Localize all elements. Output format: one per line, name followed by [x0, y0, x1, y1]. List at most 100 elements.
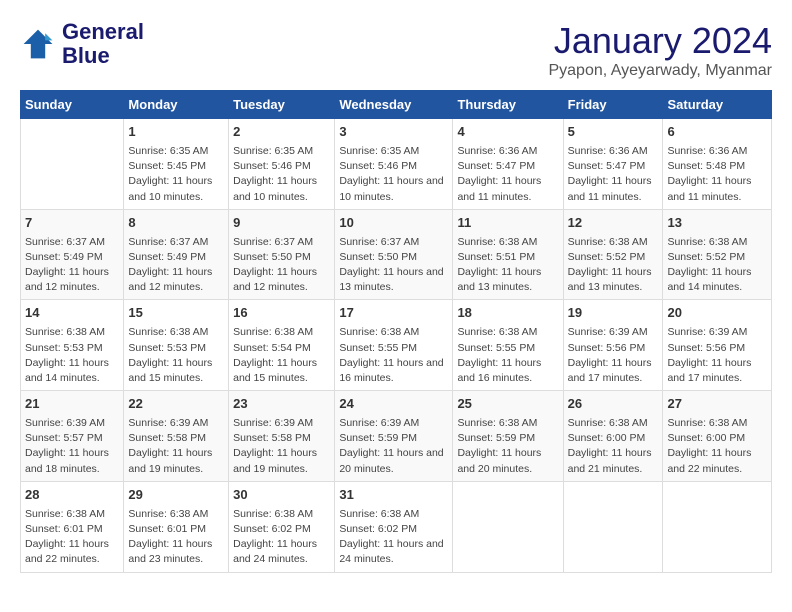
calendar-cell: 8 Sunrise: 6:37 AMSunset: 5:49 PMDaylight…: [124, 209, 229, 300]
day-number: 12: [568, 214, 659, 233]
day-number: 4: [457, 123, 558, 142]
day-number: 21: [25, 395, 119, 414]
day-detail: Sunrise: 6:37 AMSunset: 5:49 PMDaylight:…: [25, 235, 119, 296]
calendar-cell: [453, 481, 563, 572]
calendar-cell: 5 Sunrise: 6:36 AMSunset: 5:47 PMDaylight…: [563, 119, 663, 210]
calendar-cell: 7 Sunrise: 6:37 AMSunset: 5:49 PMDaylight…: [21, 209, 124, 300]
day-detail: Sunrise: 6:38 AMSunset: 5:53 PMDaylight:…: [128, 325, 224, 386]
day-detail: Sunrise: 6:37 AMSunset: 5:49 PMDaylight:…: [128, 235, 224, 296]
calendar-cell: 26Sunrise: 6:38 AMSunset: 6:00 PMDayligh…: [563, 391, 663, 482]
day-number: 9: [233, 214, 330, 233]
week-row-3: 14 Sunrise: 6:38 AMSunset: 5:53 PMDayligh…: [21, 300, 772, 391]
page-header: General Blue January 2024 Pyapon, Ayeyar…: [20, 20, 772, 80]
day-number: 25: [457, 395, 558, 414]
calendar-table: SundayMondayTuesdayWednesdayThursdayFrid…: [20, 90, 772, 573]
day-detail: Sunrise: 6:38 AMSunset: 5:54 PMDaylight:…: [233, 325, 330, 386]
day-number: 14: [25, 304, 119, 323]
day-number: 26: [568, 395, 659, 414]
day-detail: Sunrise: 6:38 AMSunset: 6:02 PMDaylight:…: [233, 507, 330, 568]
day-number: 5: [568, 123, 659, 142]
calendar-cell: 29 Sunrise: 6:38 AMSunset: 6:01 PMDayligh…: [124, 481, 229, 572]
calendar-cell: [563, 481, 663, 572]
day-number: 29: [128, 486, 224, 505]
day-header-monday: Monday: [124, 91, 229, 119]
day-detail: Sunrise: 6:36 AMSunset: 5:47 PMDaylight:…: [568, 144, 659, 205]
day-number: 23: [233, 395, 330, 414]
main-title: January 2024: [548, 20, 772, 62]
calendar-cell: 22Sunrise: 6:39 AMSunset: 5:58 PMDayligh…: [124, 391, 229, 482]
day-detail: Sunrise: 6:39 AMSunset: 5:56 PMDaylight:…: [568, 325, 659, 386]
calendar-cell: 17Sunrise: 6:38 AMSunset: 5:55 PMDayligh…: [335, 300, 453, 391]
day-number: 3: [339, 123, 448, 142]
day-header-friday: Friday: [563, 91, 663, 119]
logo: General Blue: [20, 20, 144, 68]
week-row-4: 21 Sunrise: 6:39 AMSunset: 5:57 PMDayligh…: [21, 391, 772, 482]
calendar-cell: 15 Sunrise: 6:38 AMSunset: 5:53 PMDayligh…: [124, 300, 229, 391]
day-number: 30: [233, 486, 330, 505]
calendar-cell: 27Sunrise: 6:38 AMSunset: 6:00 PMDayligh…: [663, 391, 772, 482]
day-number: 28: [25, 486, 119, 505]
day-number: 7: [25, 214, 119, 233]
day-number: 2: [233, 123, 330, 142]
day-detail: Sunrise: 6:38 AMSunset: 5:53 PMDaylight:…: [25, 325, 119, 386]
day-detail: Sunrise: 6:37 AMSunset: 5:50 PMDaylight:…: [233, 235, 330, 296]
day-detail: Sunrise: 6:39 AMSunset: 5:59 PMDaylight:…: [339, 416, 448, 477]
day-number: 8: [128, 214, 224, 233]
calendar-cell: 23 Sunrise: 6:39 AMSunset: 5:58 PMDayligh…: [229, 391, 335, 482]
calendar-cell: 19 Sunrise: 6:39 AMSunset: 5:56 PMDayligh…: [563, 300, 663, 391]
calendar-cell: 4 Sunrise: 6:36 AMSunset: 5:47 PMDaylight…: [453, 119, 563, 210]
day-detail: Sunrise: 6:37 AMSunset: 5:50 PMDaylight:…: [339, 235, 448, 296]
day-header-tuesday: Tuesday: [229, 91, 335, 119]
day-detail: Sunrise: 6:35 AMSunset: 5:46 PMDaylight:…: [339, 144, 448, 205]
day-header-wednesday: Wednesday: [335, 91, 453, 119]
day-detail: Sunrise: 6:38 AMSunset: 5:55 PMDaylight:…: [457, 325, 558, 386]
day-detail: Sunrise: 6:39 AMSunset: 5:58 PMDaylight:…: [233, 416, 330, 477]
calendar-cell: 6 Sunrise: 6:36 AMSunset: 5:48 PMDaylight…: [663, 119, 772, 210]
day-number: 11: [457, 214, 558, 233]
title-block: January 2024 Pyapon, Ayeyarwady, Myanmar: [548, 20, 772, 80]
calendar-cell: 18 Sunrise: 6:38 AMSunset: 5:55 PMDayligh…: [453, 300, 563, 391]
calendar-cell: 13 Sunrise: 6:38 AMSunset: 5:52 PMDayligh…: [663, 209, 772, 300]
logo-icon: [20, 26, 56, 62]
day-number: 20: [667, 304, 767, 323]
day-detail: Sunrise: 6:35 AMSunset: 5:45 PMDaylight:…: [128, 144, 224, 205]
day-header-sunday: Sunday: [21, 91, 124, 119]
day-number: 13: [667, 214, 767, 233]
day-detail: Sunrise: 6:39 AMSunset: 5:58 PMDaylight:…: [128, 416, 224, 477]
day-detail: Sunrise: 6:39 AMSunset: 5:57 PMDaylight:…: [25, 416, 119, 477]
day-detail: Sunrise: 6:35 AMSunset: 5:46 PMDaylight:…: [233, 144, 330, 205]
subtitle: Pyapon, Ayeyarwady, Myanmar: [548, 62, 772, 80]
week-row-1: 1Sunrise: 6:35 AMSunset: 5:45 PMDaylight…: [21, 119, 772, 210]
day-header-saturday: Saturday: [663, 91, 772, 119]
calendar-header-row: SundayMondayTuesdayWednesdayThursdayFrid…: [21, 91, 772, 119]
day-detail: Sunrise: 6:38 AMSunset: 6:01 PMDaylight:…: [128, 507, 224, 568]
day-detail: Sunrise: 6:38 AMSunset: 5:52 PMDaylight:…: [568, 235, 659, 296]
day-header-thursday: Thursday: [453, 91, 563, 119]
calendar-cell: 11 Sunrise: 6:38 AMSunset: 5:51 PMDayligh…: [453, 209, 563, 300]
day-detail: Sunrise: 6:38 AMSunset: 5:52 PMDaylight:…: [667, 235, 767, 296]
day-detail: Sunrise: 6:38 AMSunset: 5:59 PMDaylight:…: [457, 416, 558, 477]
day-number: 15: [128, 304, 224, 323]
calendar-cell: 28Sunrise: 6:38 AMSunset: 6:01 PMDayligh…: [21, 481, 124, 572]
day-detail: Sunrise: 6:38 AMSunset: 5:51 PMDaylight:…: [457, 235, 558, 296]
calendar-cell: 3 Sunrise: 6:35 AMSunset: 5:46 PMDaylight…: [335, 119, 453, 210]
calendar-cell: 30 Sunrise: 6:38 AMSunset: 6:02 PMDayligh…: [229, 481, 335, 572]
day-number: 18: [457, 304, 558, 323]
day-detail: Sunrise: 6:38 AMSunset: 6:02 PMDaylight:…: [339, 507, 448, 568]
day-number: 10: [339, 214, 448, 233]
day-number: 19: [568, 304, 659, 323]
calendar-cell: [663, 481, 772, 572]
calendar-cell: 10 Sunrise: 6:37 AMSunset: 5:50 PMDayligh…: [335, 209, 453, 300]
day-detail: Sunrise: 6:36 AMSunset: 5:48 PMDaylight:…: [667, 144, 767, 205]
calendar-cell: 16Sunrise: 6:38 AMSunset: 5:54 PMDayligh…: [229, 300, 335, 391]
calendar-cell: [21, 119, 124, 210]
day-detail: Sunrise: 6:39 AMSunset: 5:56 PMDaylight:…: [667, 325, 767, 386]
calendar-cell: 21 Sunrise: 6:39 AMSunset: 5:57 PMDayligh…: [21, 391, 124, 482]
day-detail: Sunrise: 6:38 AMSunset: 6:00 PMDaylight:…: [667, 416, 767, 477]
calendar-cell: 24Sunrise: 6:39 AMSunset: 5:59 PMDayligh…: [335, 391, 453, 482]
day-detail: Sunrise: 6:38 AMSunset: 5:55 PMDaylight:…: [339, 325, 448, 386]
calendar-cell: 14 Sunrise: 6:38 AMSunset: 5:53 PMDayligh…: [21, 300, 124, 391]
day-detail: Sunrise: 6:36 AMSunset: 5:47 PMDaylight:…: [457, 144, 558, 205]
day-number: 6: [667, 123, 767, 142]
week-row-5: 28 Sunrise: 6:38 AMSunset: 6:01 PMDayligh…: [21, 481, 772, 572]
